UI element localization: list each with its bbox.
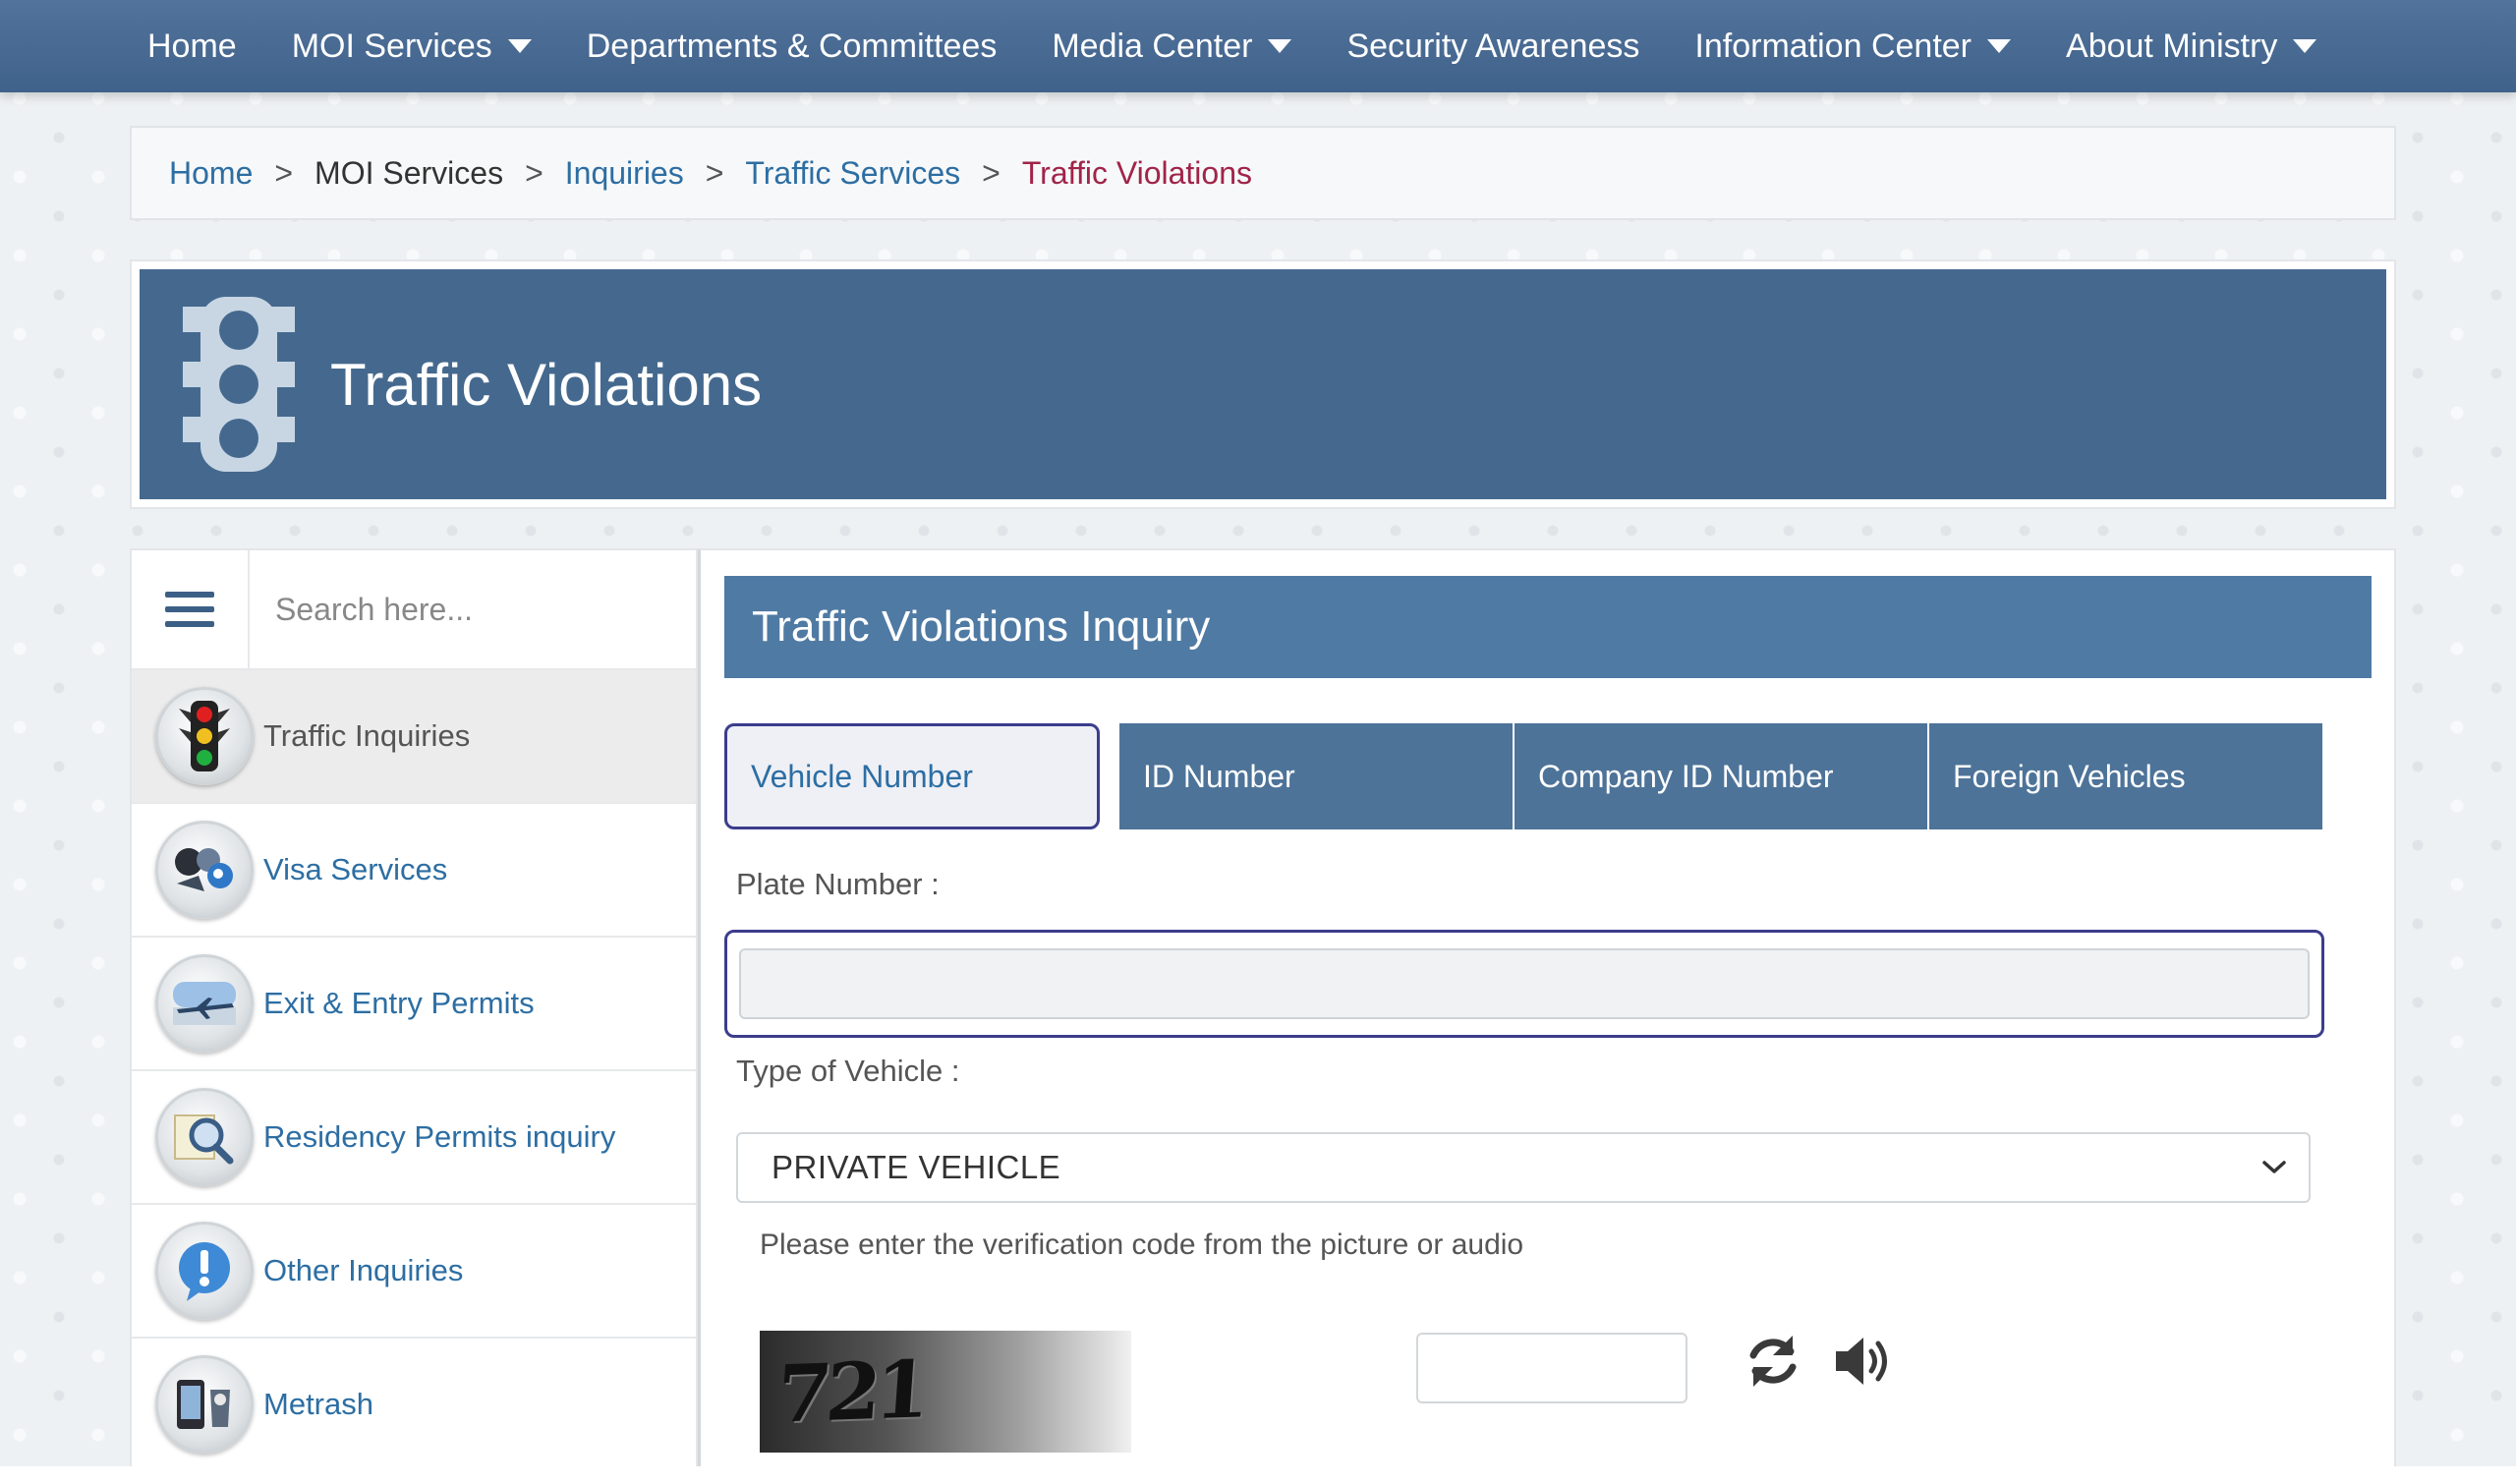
tab-label: Vehicle Number xyxy=(751,758,973,794)
nav-moi-services-label: MOI Services xyxy=(291,27,492,65)
sidebar-item-label: Residency Permits inquiry xyxy=(263,1119,616,1154)
chevron-down-icon xyxy=(2262,1161,2286,1173)
vehicle-type-value: PRIVATE VEHICLE xyxy=(772,1149,1061,1185)
refresh-icon[interactable] xyxy=(1739,1325,1807,1398)
nav-information-center[interactable]: Information Center xyxy=(1694,27,2012,66)
verification-hint: Please enter the verification code from … xyxy=(760,1228,1524,1261)
breadcrumb: Home > MOI Services > Inquiries > Traffi… xyxy=(130,126,2396,220)
page-title: Traffic Violations xyxy=(330,351,763,418)
nav-moi-services[interactable]: MOI Services xyxy=(292,28,532,66)
inquiry-tabs: Vehicle Number ID Number Company ID Numb… xyxy=(724,723,2322,829)
tab-label: Company ID Number xyxy=(1538,758,1834,794)
tab-label: Foreign Vehicles xyxy=(1953,758,2186,794)
airplane-icon xyxy=(155,954,254,1053)
audio-speaker-icon[interactable] xyxy=(1829,1325,1898,1398)
tab-label: ID Number xyxy=(1143,758,1295,794)
page: Home MOI Services Departments & Committe… xyxy=(0,0,2516,1466)
sidebar-item-label: Visa Services xyxy=(263,852,448,886)
sidebar-search xyxy=(132,550,696,670)
caret-down-icon xyxy=(1987,39,2012,53)
metrash-icon xyxy=(155,1355,254,1454)
caret-down-icon xyxy=(1268,39,1292,53)
nav-about-ministry[interactable]: About Ministry xyxy=(2066,27,2317,66)
sidebar-item-label: Metrash xyxy=(263,1387,373,1421)
nav-departments-label: Departments & Committees xyxy=(586,27,998,65)
sidebar: Traffic Inquiries Visa Services Exit & E… xyxy=(130,548,698,1466)
magnifier-icon xyxy=(155,1088,254,1186)
sidebar-item-label: Other Inquiries xyxy=(263,1253,464,1287)
nav-about-ministry-label: About Ministry xyxy=(2066,27,2278,65)
captcha-text: 721 xyxy=(773,1342,928,1441)
sidebar-item-visa-services[interactable]: Visa Services xyxy=(132,804,696,938)
nav-security-awareness[interactable]: Security Awareness xyxy=(1346,28,1639,66)
hero-banner: Traffic Violations xyxy=(130,259,2396,509)
sidebar-item-other-inquiries[interactable]: Other Inquiries xyxy=(132,1205,696,1339)
nav-information-center-label: Information Center xyxy=(1694,27,1973,65)
hero-inner: Traffic Violations xyxy=(140,269,2386,499)
plate-number-label: Plate Number : xyxy=(736,867,940,901)
nav-departments[interactable]: Departments & Committees xyxy=(587,28,998,66)
hamburger-menu-icon[interactable] xyxy=(132,550,250,668)
breadcrumb-home[interactable]: Home xyxy=(169,155,253,192)
nav-media-center[interactable]: Media Center xyxy=(1052,27,1292,66)
sidebar-item-label: Exit & Entry Permits xyxy=(263,986,535,1020)
verification-code-input[interactable] xyxy=(1416,1333,1687,1403)
nav-security-awareness-label: Security Awareness xyxy=(1346,27,1640,65)
breadcrumb-separator: > xyxy=(274,154,294,191)
top-navigation: Home MOI Services Departments & Committe… xyxy=(0,0,2516,92)
plate-number-input[interactable] xyxy=(739,948,2310,1019)
traffic-light-icon xyxy=(183,297,295,472)
breadcrumb-separator: > xyxy=(525,154,543,191)
tab-vehicle-number[interactable]: Vehicle Number xyxy=(724,723,1100,829)
sidebar-item-label: Traffic Inquiries xyxy=(263,718,471,753)
breadcrumb-current: Traffic Violations xyxy=(1021,154,1252,191)
tab-foreign-vehicles[interactable]: Foreign Vehicles xyxy=(1929,723,2322,829)
nav-home[interactable]: Home xyxy=(147,28,237,66)
sidebar-search-input[interactable] xyxy=(250,550,696,668)
bottom-strip xyxy=(0,1466,2516,1484)
panel-header: Traffic Violations Inquiry xyxy=(724,576,2372,678)
captcha-image: 721 xyxy=(760,1331,1131,1453)
breadcrumb-inquiries[interactable]: Inquiries xyxy=(565,155,684,192)
tab-id-number[interactable]: ID Number xyxy=(1119,723,1515,829)
caret-down-icon xyxy=(2293,39,2317,53)
sidebar-item-traffic-inquiries[interactable]: Traffic Inquiries xyxy=(132,670,696,804)
breadcrumb-moi-services: MOI Services xyxy=(314,154,504,191)
sidebar-item-metrash[interactable]: Metrash xyxy=(132,1339,696,1466)
visa-icon xyxy=(155,821,254,919)
breadcrumb-separator: > xyxy=(705,154,724,191)
nav-home-label: Home xyxy=(147,27,237,65)
sidebar-item-residency-permits[interactable]: Residency Permits inquiry xyxy=(132,1071,696,1205)
breadcrumb-traffic-services[interactable]: Traffic Services xyxy=(745,155,960,192)
vehicle-type-select[interactable]: PRIVATE VEHICLE xyxy=(736,1132,2311,1203)
tab-company-id-number[interactable]: Company ID Number xyxy=(1515,723,1929,829)
exclamation-icon xyxy=(155,1222,254,1320)
plate-number-focus-ring xyxy=(724,930,2324,1038)
panel-title: Traffic Violations Inquiry xyxy=(752,602,1211,651)
nav-media-center-label: Media Center xyxy=(1052,27,1253,65)
caret-down-icon xyxy=(507,39,532,53)
vehicle-type-label: Type of Vehicle : xyxy=(736,1054,960,1088)
traffic-light-icon xyxy=(155,687,254,785)
inquiry-panel: Traffic Violations Inquiry Vehicle Numbe… xyxy=(698,548,2396,1466)
breadcrumb-separator: > xyxy=(982,154,1001,191)
sidebar-item-exit-entry-permits[interactable]: Exit & Entry Permits xyxy=(132,938,696,1071)
